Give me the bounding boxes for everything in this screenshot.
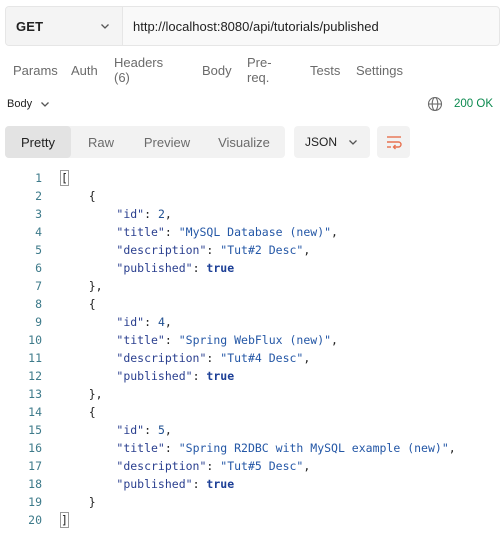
code-line-content: "published": true — [116, 369, 235, 383]
method-label: GET — [16, 18, 44, 34]
code-line: 8 { — [0, 295, 500, 313]
code-line: 16 "title": "Spring R2DBC with MySQL exa… — [0, 439, 500, 457]
code-line: 11 "description": "Tut#4 Desc", — [0, 349, 500, 367]
code-line-content: "title": "Spring WebFlux (new)", — [116, 333, 338, 347]
code-line-content: "description": "Tut#2 Desc", — [116, 243, 311, 257]
code-line-content: "published": true — [116, 261, 235, 275]
code-line-content: "id": 5, — [116, 423, 172, 437]
line-number: 7 — [35, 279, 42, 293]
tab-pre-request[interactable]: Pre-req. — [247, 55, 272, 85]
code-line: 4 "title": "MySQL Database (new)", — [0, 223, 500, 241]
tab-tests[interactable]: Tests — [310, 63, 340, 78]
chevron-down-icon — [101, 24, 109, 29]
line-number: 10 — [28, 333, 42, 347]
tab-pretty[interactable]: Pretty — [5, 126, 71, 158]
code-line: 18 "published": true — [0, 475, 500, 493]
code-line-content: "published": true — [116, 477, 235, 491]
chevron-down-icon — [41, 102, 50, 107]
code-line: 10 "title": "Spring WebFlux (new)", — [0, 331, 500, 349]
code-line-content: "title": "MySQL Database (new)", — [116, 225, 338, 239]
code-line: 13 }, — [0, 385, 500, 403]
code-line-content: "description": "Tut#4 Desc", — [116, 351, 311, 365]
code-line-content: "description": "Tut#5 Desc", — [116, 459, 311, 473]
line-number: 18 — [28, 477, 42, 491]
format-label: JSON — [305, 135, 338, 149]
line-number: 11 — [28, 351, 42, 365]
line-number: 13 — [28, 387, 42, 401]
line-number: 14 — [28, 405, 42, 419]
code-line: 9 "id": 4, — [0, 313, 500, 331]
line-number: 8 — [35, 297, 42, 311]
code-line-content: { — [88, 189, 96, 203]
code-line: 19 } — [0, 493, 500, 511]
status-badge[interactable]: 200 OK — [454, 98, 493, 110]
method-select[interactable]: GET — [6, 7, 123, 45]
code-line-content: "id": 2, — [116, 207, 172, 221]
tab-raw-label: Raw — [87, 134, 114, 150]
tab-headers[interactable]: Headers (6) — [114, 55, 163, 85]
view-mode-tabs: Pretty Raw Preview Visualize — [5, 126, 285, 158]
tab-body[interactable]: Body — [202, 63, 232, 78]
tab-settings[interactable]: Settings — [356, 63, 403, 78]
tab-pretty-label: Pretty — [21, 134, 55, 150]
tab-auth[interactable]: Auth — [71, 63, 98, 78]
wrap-lines-button[interactable] — [377, 126, 410, 158]
chevron-down-icon — [349, 140, 357, 145]
code-line: 2 { — [0, 187, 500, 205]
tab-raw[interactable]: Raw — [71, 126, 131, 158]
line-number: 2 — [35, 189, 42, 203]
line-number: 6 — [35, 261, 42, 275]
code-line: 1[ — [0, 169, 500, 187]
code-line: 6 "published": true — [0, 259, 500, 277]
line-number: 16 — [28, 441, 42, 455]
code-line: 15 "id": 5, — [0, 421, 500, 439]
code-line: 14 { — [0, 403, 500, 421]
line-number: 3 — [35, 207, 42, 221]
response-body-label: Body — [7, 98, 33, 110]
globe-icon[interactable] — [427, 96, 443, 112]
code-line: 7 }, — [0, 277, 500, 295]
line-number: 4 — [35, 225, 42, 239]
line-number: 1 — [35, 171, 42, 185]
code-line-content: }, — [88, 387, 103, 401]
tab-preview-label: Preview — [143, 134, 191, 150]
wrap-lines-icon — [386, 136, 402, 150]
format-select[interactable]: JSON — [294, 126, 370, 158]
code-line: 3 "id": 2, — [0, 205, 500, 223]
code-line: 5 "description": "Tut#2 Desc", — [0, 241, 500, 259]
code-line-content: { — [88, 405, 96, 419]
line-number: 5 — [35, 243, 42, 257]
code-line-content: [ — [60, 170, 69, 186]
tab-params[interactable]: Params — [13, 63, 58, 78]
response-body-editor[interactable]: 1[2 {3 "id": 2, 4 "title": "MySQL Databas… — [0, 169, 500, 529]
code-line-content: ] — [60, 512, 69, 528]
line-number: 9 — [35, 315, 42, 329]
code-line-content: { — [88, 297, 96, 311]
code-line-content: }, — [88, 279, 103, 293]
response-body-select[interactable]: Body — [7, 98, 50, 110]
code-line: 12 "published": true — [0, 367, 500, 385]
code-line-content: } — [88, 495, 96, 509]
line-number: 15 — [28, 423, 42, 437]
code-line: 20] — [0, 511, 500, 529]
tab-visualize-label: Visualize — [218, 134, 270, 150]
url-input[interactable]: http://localhost:8080/api/tutorials/publ… — [123, 19, 379, 34]
line-number: 19 — [28, 495, 42, 509]
request-url-bar: GET http://localhost:8080/api/tutorials/… — [5, 6, 500, 46]
code-line-content: "id": 4, — [116, 315, 172, 329]
code-line-content: "title": "Spring R2DBC with MySQL exampl… — [116, 441, 456, 455]
line-number: 20 — [28, 513, 42, 527]
tab-visualize[interactable]: Visualize — [203, 126, 285, 158]
response-bar: Body 200 OK — [0, 93, 500, 115]
tab-preview[interactable]: Preview — [131, 126, 203, 158]
code-line: 17 "description": "Tut#5 Desc", — [0, 457, 500, 475]
line-number: 17 — [28, 459, 42, 473]
line-number: 12 — [28, 369, 42, 383]
